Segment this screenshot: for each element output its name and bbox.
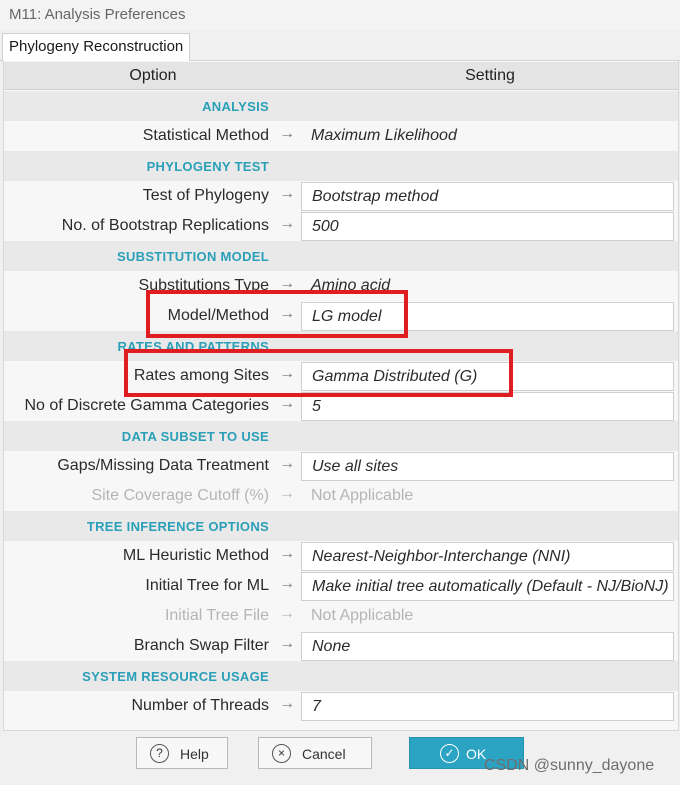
bootstrap-replications-input[interactable]: 500 [301,212,674,241]
row-branch-swap: Branch Swap Filter → None [4,631,678,661]
header-option: Option [129,67,177,84]
section-title: SUBSTITUTION MODEL [116,249,269,264]
window-title: M11: Analysis Preferences [9,6,186,23]
arrow-icon: → [279,455,295,472]
row-test-of-phylogeny: Test of Phylogeny → Bootstrap method [4,181,678,211]
gaps-missing-select[interactable]: Use all sites [301,452,674,481]
section-title: PHYLOGENY TEST [146,159,269,174]
option-label: Gaps/Missing Data Treatment [57,457,269,474]
highlight-model-method [146,290,408,338]
option-label: Site Coverage Cutoff (%) [91,487,269,504]
setting-value: Not Applicable [311,607,414,624]
section-title: TREE INFERENCE OPTIONS [86,519,269,534]
initial-tree-file-value: Not Applicable [301,602,674,631]
threads-input[interactable]: 7 [301,692,674,721]
option-label: Initial Tree File [164,607,269,624]
help-button[interactable]: ? Help [136,737,228,769]
option-label: Test of Phylogeny [142,187,269,204]
cancel-button[interactable]: × Cancel [258,737,372,769]
section-system-resource: SYSTEM RESOURCE USAGE [4,661,678,691]
row-initial-tree-file: Initial Tree File → Not Applicable [4,601,678,631]
help-icon: ? [150,744,169,763]
row-statistical-method: Statistical Method → Maximum Likelihood [4,121,678,151]
option-label: Statistical Method [142,127,269,144]
initial-tree-ml-select[interactable]: Make initial tree automatically (Default… [301,572,674,601]
setting-value: 500 [312,218,339,235]
site-coverage-value: Not Applicable [301,482,674,511]
row-bootstrap-replications: No. of Bootstrap Replications → 500 [4,211,678,241]
setting-value: Maximum Likelihood [311,127,457,144]
row-site-coverage: Site Coverage Cutoff (%) → Not Applicabl… [4,481,678,511]
row-gaps-missing: Gaps/Missing Data Treatment → Use all si… [4,451,678,481]
tab-strip: Phylogeny Reconstruction [0,30,680,62]
row-threads: Number of Threads → 7 [4,691,678,721]
option-label: No. of Bootstrap Replications [61,217,269,234]
arrow-icon: → [279,125,295,142]
arrow-icon: → [279,215,295,232]
statistical-method-value: Maximum Likelihood [301,122,674,151]
setting-value: 5 [312,398,321,415]
cancel-button-label: Cancel [302,746,346,762]
arrow-icon: → [279,575,295,592]
watermark: CSDN @sunny_dayone [484,757,655,774]
check-icon: ✓ [440,744,459,763]
arrow-icon: → [279,695,295,712]
option-label: Branch Swap Filter [133,637,269,654]
option-label: Initial Tree for ML [145,577,269,594]
arrow-icon: → [279,635,295,652]
highlight-rates-among-sites [124,349,513,397]
help-button-label: Help [180,746,209,762]
setting-value: Nearest-Neighbor-Interchange (NNI) [312,548,571,565]
branch-swap-select[interactable]: None [301,632,674,661]
setting-value: Not Applicable [311,487,414,504]
setting-value: 7 [312,698,321,715]
arrow-icon: → [279,185,295,202]
section-title: ANALYSIS [202,99,269,114]
option-label: ML Heuristic Method [122,547,269,564]
setting-value: Use all sites [312,458,399,475]
section-title: DATA SUBSET TO USE [121,429,269,444]
row-ml-heuristic: ML Heuristic Method → Nearest-Neighbor-I… [4,541,678,571]
title-bar: M11: Analysis Preferences [0,0,680,30]
section-analysis: ANALYSIS [4,91,678,121]
header-setting: Setting [465,67,515,84]
option-label: No of Discrete Gamma Categories [24,397,269,414]
tab-phylogeny-reconstruction[interactable]: Phylogeny Reconstruction [2,33,191,62]
test-of-phylogeny-select[interactable]: Bootstrap method [301,182,674,211]
arrow-icon: → [279,545,295,562]
section-substitution-model: SUBSTITUTION MODEL [4,241,678,271]
setting-value: Bootstrap method [312,188,439,205]
section-title: SYSTEM RESOURCE USAGE [82,669,269,684]
arrow-icon: → [279,485,295,502]
arrow-icon: → [279,395,295,412]
section-tree-inference: TREE INFERENCE OPTIONS [4,511,678,541]
section-phylogeny-test: PHYLOGENY TEST [4,151,678,181]
ml-heuristic-select[interactable]: Nearest-Neighbor-Interchange (NNI) [301,542,674,571]
setting-value: Make initial tree automatically (Default… [312,578,669,595]
cancel-icon: × [272,744,291,763]
option-label: Number of Threads [131,697,269,714]
row-initial-tree-ml: Initial Tree for ML → Make initial tree … [4,571,678,601]
arrow-icon: → [279,605,295,622]
setting-value: None [312,638,351,655]
table-header: Option Setting [4,62,678,90]
section-data-subset: DATA SUBSET TO USE [4,421,678,451]
